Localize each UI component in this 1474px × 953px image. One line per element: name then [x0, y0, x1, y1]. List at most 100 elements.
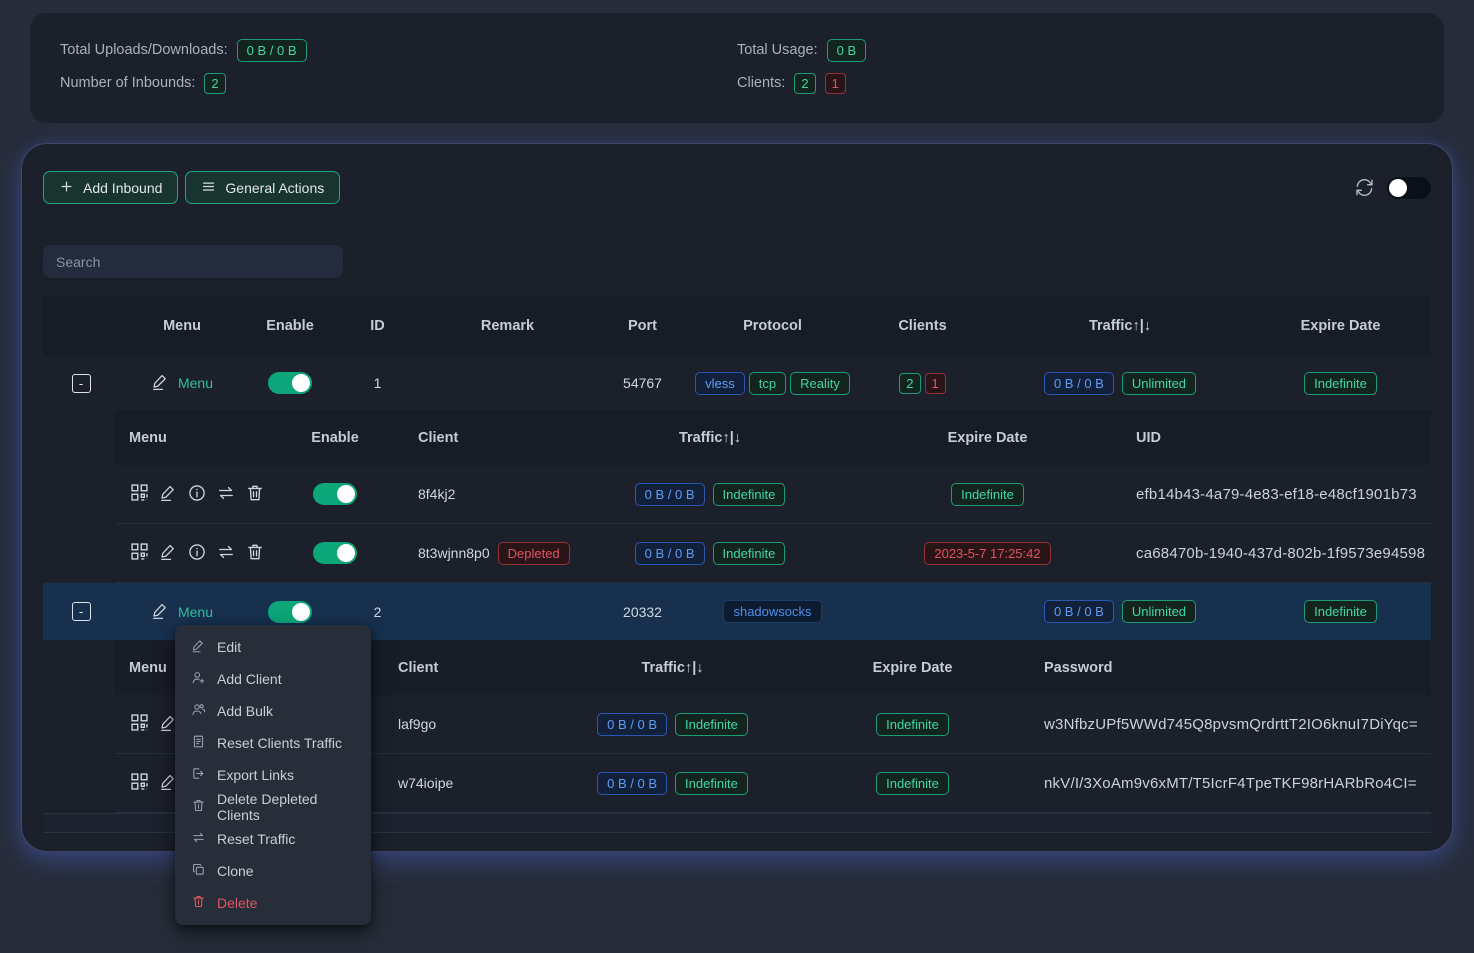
menu-item-clone[interactable]: Clone — [175, 855, 371, 887]
traffic-limit-badge: Unlimited — [1122, 600, 1196, 623]
traffic-badge: 0 B / 0 B — [597, 772, 667, 795]
inbound-menu-button[interactable]: Menu — [151, 372, 213, 394]
inbound-id: 2 — [335, 604, 420, 620]
menu-item-delete[interactable]: Delete — [175, 887, 371, 919]
reset-traffic-icon[interactable] — [216, 542, 236, 565]
header-clients: Clients — [855, 318, 990, 334]
dark-mode-toggle[interactable] — [1387, 177, 1431, 199]
menu-item-reset-traffic[interactable]: Reset Traffic — [175, 823, 371, 855]
uploads-downloads-label: Total Uploads/Downloads: — [60, 42, 228, 58]
menu-item-export-links[interactable]: Export Links — [175, 759, 371, 791]
qr-code-icon[interactable] — [129, 482, 150, 506]
client-enable-toggle[interactable] — [313, 542, 357, 564]
toggle-knob — [1389, 179, 1407, 197]
qr-code-icon[interactable] — [129, 771, 150, 795]
sub-header-traffic: Traffic↑|↓ — [565, 430, 855, 446]
toggle-knob — [292, 603, 310, 621]
collapse-row-button[interactable]: - — [72, 602, 91, 621]
protocol-badge: vless — [695, 372, 745, 395]
edit-pencil-icon — [151, 372, 170, 394]
add-inbound-label: Add Inbound — [83, 180, 162, 196]
sub-header-uid: UID — [1120, 430, 1431, 446]
clone-icon — [191, 862, 206, 880]
header-port: Port — [595, 318, 690, 334]
inbound-menu-button[interactable]: Menu — [151, 601, 213, 623]
menu-lines-icon — [201, 179, 216, 197]
client-uid: ca68470b-1940-437d-802b-1f9573e94598 — [1120, 545, 1431, 562]
inbound-menu-label: Menu — [178, 375, 213, 391]
refresh-icon[interactable] — [1355, 178, 1374, 197]
collapse-row-button[interactable]: - — [72, 374, 91, 393]
menu-item-add-client[interactable]: Add Client — [175, 663, 371, 695]
usage-label: Total Usage: — [737, 42, 818, 58]
expire-badge: Indefinite — [1304, 600, 1377, 623]
stats-right: Total Usage: 0 B Clients: 2 1 — [737, 37, 1414, 103]
header-remark: Remark — [420, 318, 595, 334]
sub-header-password: Password — [1030, 660, 1431, 676]
search-input[interactable] — [43, 245, 343, 278]
client-traffic: 0 B / 0 B Indefinite — [565, 542, 855, 565]
toolbar: Add Inbound General Actions — [43, 171, 1431, 204]
trash-icon — [191, 894, 206, 912]
stat-clients: Clients: 2 1 — [737, 70, 1414, 96]
add-inbound-button[interactable]: Add Inbound — [43, 171, 178, 204]
table-header-row: Menu Enable ID Remark Port Protocol Clie… — [43, 296, 1431, 356]
stats-left: Total Uploads/Downloads: 0 B / 0 B Numbe… — [60, 37, 737, 103]
page: Total Uploads/Downloads: 0 B / 0 B Numbe… — [0, 0, 1474, 865]
edit-pencil-icon — [151, 601, 170, 623]
edit-pencil-icon[interactable] — [159, 542, 178, 564]
sub-header-expire: Expire Date — [855, 430, 1120, 446]
sub-header-client: Client — [390, 660, 550, 676]
traffic-limit-badge: Indefinite — [713, 483, 786, 506]
menu-item-delete-depleted-clients[interactable]: Delete Depleted Clients — [175, 791, 371, 823]
menu-item-label: Add Client — [217, 671, 282, 687]
stats-card: Total Uploads/Downloads: 0 B / 0 B Numbe… — [30, 13, 1444, 123]
traffic-badge: 0 B / 0 B — [597, 713, 667, 736]
inbound-enable-toggle[interactable] — [268, 601, 312, 623]
client-traffic: 0 B / 0 B Indefinite — [550, 772, 795, 795]
expire-badge: 2023-5-7 17:25:42 — [924, 542, 1050, 565]
collapse-glyph: - — [79, 377, 83, 390]
sub-header-menu: Menu — [115, 430, 280, 446]
inbound-context-menu: Edit Add Client Add Bulk Reset Clients T… — [175, 625, 371, 925]
traffic-badge: 0 B / 0 B — [635, 542, 705, 565]
clients-label: Clients: — [737, 75, 785, 91]
traffic-limit-badge: Unlimited — [1122, 372, 1196, 395]
file-reset-icon — [191, 734, 206, 752]
uploads-downloads-value: 0 B / 0 B — [237, 39, 307, 62]
stat-uploads-downloads: Total Uploads/Downloads: 0 B / 0 B — [60, 37, 737, 63]
traffic-limit-badge: Indefinite — [675, 713, 748, 736]
inbounds-label: Number of Inbounds: — [60, 75, 195, 91]
inbound-row-1[interactable]: - Menu 1 54767 vless tcp Reality — [43, 356, 1431, 410]
reset-traffic-icon[interactable] — [216, 483, 236, 506]
client-traffic: 0 B / 0 B Indefinite — [565, 483, 855, 506]
inbound-id: 1 — [335, 375, 420, 391]
sub-header-expire: Expire Date — [795, 660, 1030, 676]
client-actions — [115, 541, 280, 565]
menu-item-label: Delete — [217, 895, 257, 911]
general-actions-button[interactable]: General Actions — [185, 171, 340, 204]
menu-item-reset-clients-traffic[interactable]: Reset Clients Traffic — [175, 727, 371, 759]
qr-code-icon[interactable] — [129, 712, 150, 736]
info-icon[interactable] — [187, 542, 207, 565]
header-traffic-sort[interactable]: Traffic↑|↓ — [990, 318, 1250, 334]
user-add-icon — [191, 670, 206, 688]
client-enable-toggle[interactable] — [313, 483, 357, 505]
client-row: 8f4kj2 0 B / 0 B Indefinite Indefinite e… — [115, 465, 1431, 524]
trash-icon[interactable] — [245, 483, 265, 506]
info-icon[interactable] — [187, 483, 207, 506]
inbound-menu-label: Menu — [178, 604, 213, 620]
clients-active-count: 2 — [794, 73, 815, 94]
client-password: nkV/I/3XoAm9v6xMT/T5IcrF4TpeTKF98rHARbRo… — [1030, 775, 1431, 792]
protocol-badge: shadowsocks — [723, 600, 821, 623]
inbound-clients-counts: 2 1 — [855, 373, 990, 394]
inbound-enable-toggle[interactable] — [268, 372, 312, 394]
trash-icon[interactable] — [245, 542, 265, 565]
menu-item-edit[interactable]: Edit — [175, 631, 371, 663]
menu-item-add-bulk[interactable]: Add Bulk — [175, 695, 371, 727]
stat-inbounds: Number of Inbounds: 2 — [60, 70, 737, 96]
qr-code-icon[interactable] — [129, 541, 150, 565]
edit-pencil-icon[interactable] — [159, 483, 178, 505]
traffic-badge: 0 B / 0 B — [635, 483, 705, 506]
edit-icon — [191, 638, 206, 656]
